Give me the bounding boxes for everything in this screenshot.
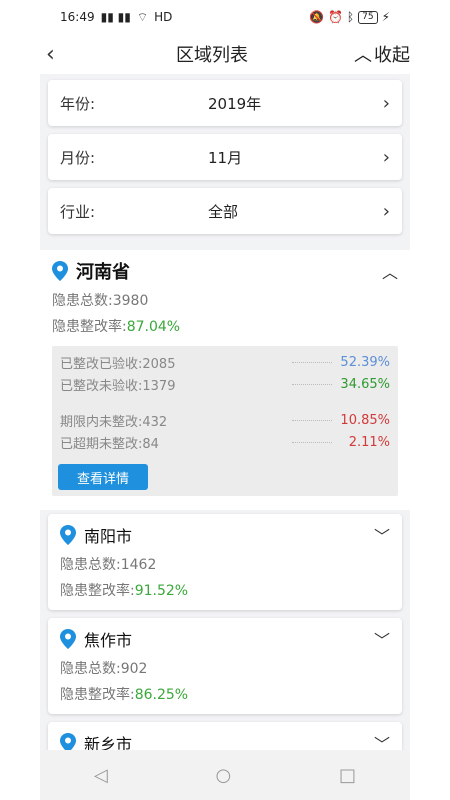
chevron-up-icon: ︿ — [354, 45, 372, 66]
collapse-label: 收起 — [374, 45, 410, 66]
filter-month-value: 11月 — [208, 148, 243, 167]
detail-percent: 52.39% — [340, 354, 390, 370]
battery-indicator: 75 — [358, 10, 378, 24]
province-rate: 隐患整改率:87.04% — [52, 316, 180, 336]
content-area: 年份: 2019年 › 月份: 11月 › 行业: 全部 › 河南省 ︿ 隐患总… — [40, 74, 410, 750]
city-name: 焦作市 — [84, 631, 133, 650]
chevron-up-icon: ︿ — [381, 263, 398, 282]
filter-industry-label: 行业: — [60, 202, 96, 221]
detail-label: 期限内未整改:432 — [60, 414, 168, 430]
wifi-icon: ⌔ — [136, 9, 149, 24]
detail-label: 已超期未整改:84 — [60, 436, 159, 452]
city-total: 隐患总数:902 — [60, 661, 148, 677]
network-label: HD — [154, 10, 173, 24]
nav-bar: ‹ 区域列表 ︿ 收起 — [40, 34, 410, 74]
chevron-right-icon: › — [382, 200, 390, 222]
province-rate-label: 隐患整改率: — [52, 319, 127, 335]
back-button[interactable]: ‹ — [40, 39, 70, 69]
dots-divider — [292, 441, 332, 443]
detail-row: 已超期未整改:84 2.11% — [60, 432, 390, 452]
location-pin-icon — [52, 261, 68, 281]
filter-year-label: 年份: — [60, 94, 96, 113]
home-circle-icon[interactable]: ○ — [216, 765, 232, 786]
province-section: 河南省 ︿ 隐患总数:3980 隐患整改率:87.04% 已整改已验收:2085… — [40, 250, 410, 510]
filter-year[interactable]: 年份: 2019年 › — [48, 80, 402, 126]
city-card[interactable]: 焦作市 ﹀ 隐患总数:902 隐患整改率:86.25% — [48, 618, 402, 714]
chevron-down-icon: ﹀ — [373, 527, 390, 546]
detail-percent: 34.65% — [340, 376, 390, 392]
location-pin-icon — [60, 733, 76, 750]
chevron-right-icon: › — [382, 146, 390, 168]
detail-row: 期限内未整改:432 10.85% — [60, 410, 390, 430]
province-total: 隐患总数:3980 — [52, 290, 148, 310]
chevron-down-icon: ﹀ — [373, 735, 390, 750]
city-rate: 隐患整改率:91.52% — [60, 583, 189, 599]
system-nav-bar: ◁ ○ □ — [40, 750, 410, 800]
chevron-down-icon: ﹀ — [373, 631, 390, 650]
detail-percent: 10.85% — [340, 412, 390, 428]
city-header[interactable]: 新乡市 ﹀ — [60, 732, 390, 750]
province-total-value: 3980 — [112, 293, 149, 309]
charging-icon: ⚡ — [381, 10, 390, 24]
page-title: 区域列表 — [176, 45, 248, 66]
status-right: 🔕 ⏰ ᛒ 75 ⚡ — [309, 10, 390, 24]
chevron-left-icon: ‹ — [46, 41, 55, 67]
alarm-icon: ⏰ — [327, 10, 343, 24]
bluetooth-icon: ᛒ — [346, 10, 355, 24]
signal-icon: ▮▮ ▮▮ — [100, 10, 131, 24]
status-bar: 16:49 ▮▮ ▮▮ ⌔ HD 🔕 ⏰ ᛒ 75 ⚡ — [0, 0, 450, 34]
city-name: 新乡市 — [84, 735, 133, 750]
city-card[interactable]: 新乡市 ﹀ — [48, 722, 402, 750]
collapse-button[interactable]: ︿ 收起 — [354, 41, 410, 67]
back-triangle-icon[interactable]: ◁ — [94, 765, 108, 786]
city-name: 南阳市 — [84, 527, 133, 546]
status-left: 16:49 ▮▮ ▮▮ ⌔ HD — [60, 10, 172, 25]
detail-label: 已整改未验收:1379 — [60, 378, 176, 394]
detail-row: 已整改已验收:2085 52.39% — [60, 352, 390, 372]
filter-month[interactable]: 月份: 11月 › — [48, 134, 402, 180]
filter-month-label: 月份: — [60, 148, 96, 167]
city-header[interactable]: 焦作市 ﹀ — [60, 628, 390, 650]
view-details-button[interactable]: 查看详情 — [58, 464, 148, 490]
filter-industry[interactable]: 行业: 全部 › — [48, 188, 402, 234]
dots-divider — [292, 361, 332, 363]
city-total: 隐患总数:1462 — [60, 557, 157, 573]
mute-icon: 🔕 — [309, 10, 324, 24]
location-pin-icon — [60, 525, 76, 545]
filter-industry-value: 全部 — [208, 202, 239, 221]
chevron-right-icon: › — [382, 92, 390, 114]
location-pin-icon — [60, 629, 76, 649]
province-name: 河南省 — [76, 262, 130, 283]
status-time: 16:49 — [60, 10, 95, 24]
filter-year-value: 2019年 — [208, 94, 262, 113]
detail-row: 已整改未验收:1379 34.65% — [60, 374, 390, 394]
dots-divider — [292, 383, 332, 385]
province-total-label: 隐患总数: — [52, 293, 113, 309]
recents-square-icon[interactable]: □ — [339, 765, 356, 786]
city-header[interactable]: 南阳市 ﹀ — [60, 524, 390, 546]
city-card[interactable]: 南阳市 ﹀ 隐患总数:1462 隐患整改率:91.52% — [48, 514, 402, 610]
dots-divider — [292, 419, 332, 421]
province-detail-box: 已整改已验收:2085 52.39% 已整改未验收:1379 34.65% 期限… — [52, 346, 398, 496]
detail-percent: 2.11% — [348, 434, 390, 450]
city-rate: 隐患整改率:86.25% — [60, 687, 189, 703]
province-header[interactable]: 河南省 ︿ — [52, 258, 398, 284]
detail-label: 已整改已验收:2085 — [60, 356, 176, 372]
province-rate-value: 87.04% — [126, 319, 181, 335]
